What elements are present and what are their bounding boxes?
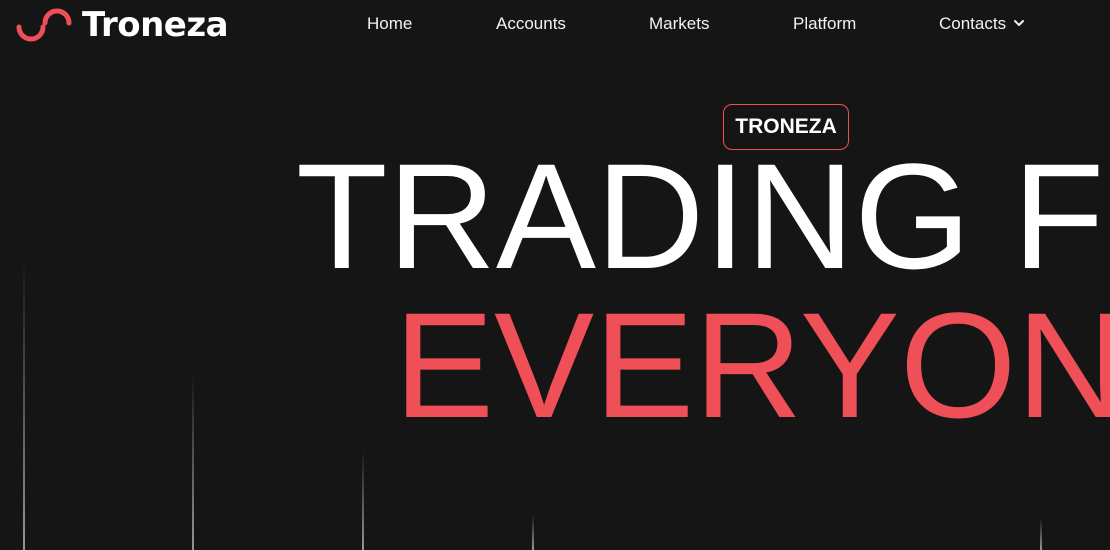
nav-item-platform[interactable]: Platform xyxy=(793,14,856,34)
swirl-logo-icon xyxy=(16,8,72,42)
hero-section: TRONEZA TRADING FOR EVERYONE xyxy=(0,0,1110,550)
chevron-down-icon xyxy=(1014,20,1025,26)
site-header: Troneza Home Accounts Markets Platform C… xyxy=(0,0,1110,50)
nav-item-contacts[interactable]: Contacts xyxy=(939,14,1026,34)
light-beam xyxy=(362,450,364,550)
light-beam xyxy=(192,372,194,550)
nav-item-contacts-label: Contacts xyxy=(939,14,1007,33)
hero-badge: TRONEZA xyxy=(723,104,849,150)
nav-item-markets[interactable]: Markets xyxy=(649,14,709,34)
brand-logo[interactable]: Troneza xyxy=(14,4,229,46)
nav-item-home[interactable]: Home xyxy=(367,14,412,34)
light-beam xyxy=(1040,518,1042,550)
hero-headline-line1: TRADING FOR xyxy=(296,132,1110,300)
nav-item-accounts[interactable]: Accounts xyxy=(496,14,566,34)
light-beam xyxy=(532,515,534,550)
light-beam xyxy=(23,255,25,550)
hero-headline-line2: EVERYONE xyxy=(394,281,1110,449)
brand-name: Troneza xyxy=(82,5,229,45)
